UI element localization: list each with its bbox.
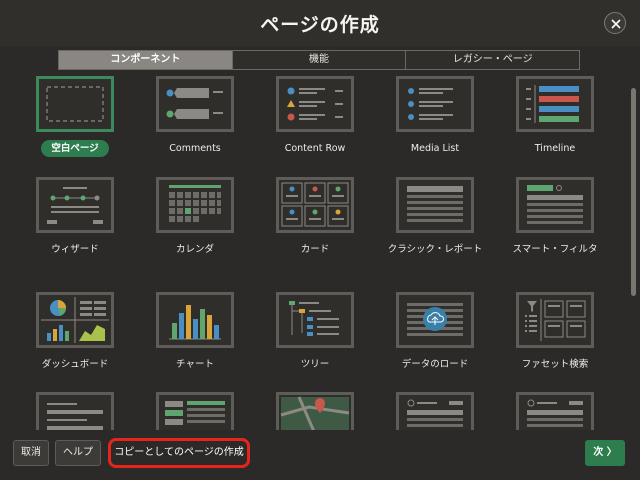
card-label: ファセット検索 [521, 359, 589, 370]
card-calendar[interactable]: カレンダ [135, 177, 255, 256]
thumbnail [36, 292, 114, 348]
card-label: Content Row [284, 143, 346, 154]
thumbnail [516, 292, 594, 348]
thumbnail [276, 177, 354, 233]
card-tree[interactable]: ツリー [255, 292, 375, 371]
card-faceted-search[interactable]: ファセット検索 [495, 292, 615, 371]
thumbnail [156, 76, 234, 132]
page-type-grid: 空白ページ Comments Content Row Media List Ti… [0, 72, 630, 430]
tab-features[interactable]: 機能 [232, 51, 407, 69]
dialog-title: ページの作成 [260, 14, 380, 36]
card-form[interactable] [15, 392, 135, 430]
page-type-tabs: コンポーネント 機能 レガシー・ページ [58, 50, 580, 70]
card-map[interactable] [255, 392, 375, 430]
thumbnail [156, 392, 234, 430]
dialog-header: ページの作成 [0, 0, 640, 46]
comments-icon [166, 88, 223, 119]
thumbnail [396, 292, 474, 348]
cards-icon [281, 182, 349, 227]
card-label: Timeline [534, 143, 576, 154]
interactive-grid-icon [527, 399, 583, 427]
card-wizard[interactable]: ウィザード [15, 177, 135, 256]
chart-icon [169, 305, 221, 340]
card-interactive-report[interactable] [375, 392, 495, 430]
close-button[interactable] [604, 12, 626, 34]
media-list-icon [408, 88, 453, 120]
interactive-report-icon [407, 399, 463, 427]
thumbnail [36, 392, 114, 430]
thumbnail [36, 76, 114, 132]
thumbnail [276, 76, 354, 132]
help-button[interactable]: ヘルプ [55, 440, 101, 466]
dashboard-icon [41, 297, 109, 343]
card-content-row[interactable]: Content Row [255, 76, 375, 155]
classic-report-icon [407, 186, 463, 222]
card-dashboard[interactable]: ダッシュボード [15, 292, 135, 371]
thumbnail [516, 76, 594, 132]
tab-legacy-pages[interactable]: レガシー・ページ [406, 51, 580, 69]
card-classic-report[interactable]: クラシック・レポート [375, 177, 495, 256]
form-icon [47, 403, 103, 430]
master-detail-icon [165, 401, 225, 425]
thumbnail [36, 177, 114, 233]
faceted-search-icon [525, 299, 586, 341]
thumbnail [276, 392, 354, 430]
create-page-as-copy-button[interactable]: コピーとしてのページの作成 [108, 438, 250, 468]
card-label: スマート・フィルタ [512, 244, 598, 255]
card-label: Comments [169, 143, 221, 154]
card-data-load[interactable]: データのロード [375, 292, 495, 371]
card-label: Media List [410, 143, 460, 154]
thumbnail [156, 177, 234, 233]
card-interactive-grid[interactable] [495, 392, 615, 430]
close-icon [611, 19, 621, 29]
card-label: カレンダ [175, 244, 214, 255]
timeline-icon [526, 85, 579, 123]
card-label: チャート [176, 359, 214, 370]
calendar-icon [169, 185, 221, 222]
wizard-icon [47, 187, 103, 224]
card-label: ツリー [300, 359, 330, 370]
thumbnail [396, 177, 474, 233]
cancel-button[interactable]: 取消 [13, 440, 49, 466]
data-load-icon [407, 303, 463, 336]
card-label: ダッシュボード [41, 359, 109, 370]
card-smart-filter[interactable]: スマート・フィルタ [495, 177, 615, 256]
card-comments[interactable]: Comments [135, 76, 255, 155]
card-label: ウィザード [51, 244, 99, 255]
card-media-list[interactable]: Media List [375, 76, 495, 155]
thumbnail [396, 76, 474, 132]
card-master-detail[interactable] [135, 392, 255, 430]
grid-scrollbar[interactable] [631, 88, 636, 296]
thumbnail [156, 292, 234, 348]
card-label: データのロード [401, 359, 469, 370]
next-button[interactable]: 次 〉 [585, 440, 625, 466]
tree-icon [289, 301, 339, 336]
thumbnail [516, 392, 594, 430]
tab-components[interactable]: コンポーネント [59, 51, 233, 69]
card-cards[interactable]: カード [255, 177, 375, 256]
dialog-footer: 取消 ヘルプ コピーとしてのページの作成 次 〉 [0, 430, 640, 480]
thumbnail [516, 177, 594, 233]
card-label: 空白ページ [41, 140, 109, 157]
thumbnail [276, 292, 354, 348]
smart-filter-icon [527, 185, 583, 224]
card-blank-page[interactable]: 空白ページ [15, 76, 135, 157]
card-label: カード [300, 244, 330, 255]
content-row-icon [287, 87, 343, 121]
card-timeline[interactable]: Timeline [495, 76, 615, 155]
map-icon [280, 396, 350, 430]
card-chart[interactable]: チャート [135, 292, 255, 371]
blank-page-icon [46, 86, 104, 122]
card-label: クラシック・レポート [387, 244, 483, 255]
thumbnail [396, 392, 474, 430]
